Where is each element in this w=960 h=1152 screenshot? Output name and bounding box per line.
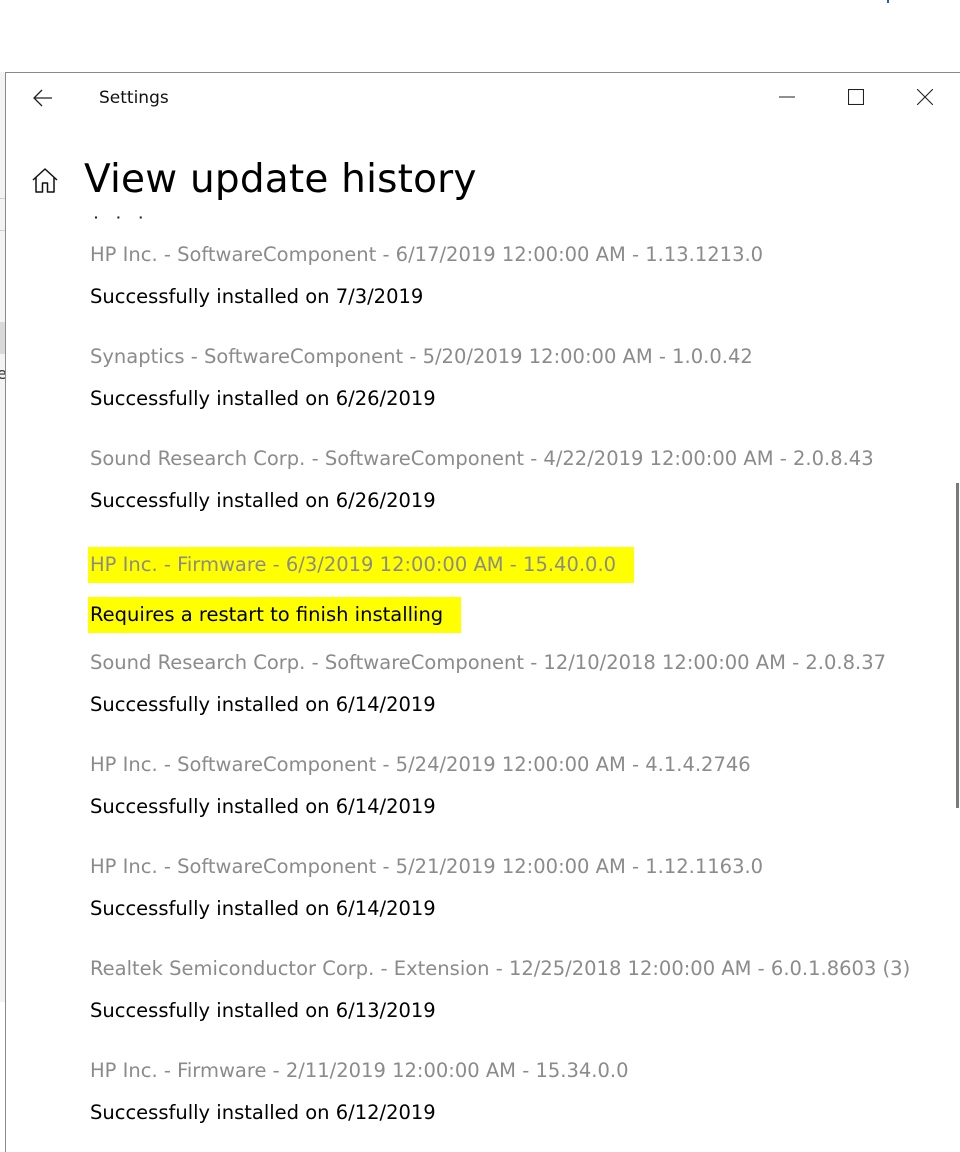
- maximize-button[interactable]: [821, 73, 890, 121]
- settings-window: Settings View update history ˙ ˙ ˙ HP In…: [5, 72, 960, 1152]
- window-title: Settings: [99, 88, 169, 108]
- close-icon: [916, 89, 933, 105]
- scrollbar-thumb[interactable]: [956, 483, 959, 808]
- update-item: HP Inc. - SoftwareComponent - 6/17/2019 …: [90, 241, 763, 311]
- update-title-link[interactable]: Sound Research Corp. - SoftwareComponent…: [90, 649, 886, 677]
- minimize-button[interactable]: [752, 73, 821, 121]
- maximize-icon: [847, 89, 864, 105]
- update-item: Synaptics - SoftwareComponent - 5/20/201…: [90, 343, 753, 413]
- update-status: Successfully installed on 7/3/2019: [90, 285, 424, 308]
- background-dot: [887, 0, 889, 3]
- update-item: HP Inc. - Firmware - 6/3/2019 12:00:00 A…: [88, 547, 635, 633]
- update-title-link[interactable]: HP Inc. - SoftwareComponent - 5/21/2019 …: [90, 853, 763, 881]
- update-item: HP Inc. - Firmware - 2/11/2019 12:00:00 …: [90, 1057, 628, 1127]
- minimize-icon: [778, 96, 795, 98]
- update-item: Sound Research Corp. - SoftwareComponent…: [90, 445, 874, 515]
- update-title-link[interactable]: HP Inc. - SoftwareComponent - 5/24/2019 …: [90, 751, 751, 779]
- update-item: HP Inc. - SoftwareComponent - 5/21/2019 …: [90, 853, 763, 923]
- update-status: Successfully installed on 6/13/2019: [90, 999, 436, 1022]
- update-history-list: ˙ ˙ ˙ HP Inc. - SoftwareComponent - 6/17…: [6, 216, 946, 1152]
- back-button[interactable]: [26, 83, 60, 113]
- home-icon[interactable]: [30, 165, 60, 195]
- update-title-link[interactable]: Synaptics - SoftwareComponent - 5/20/201…: [90, 343, 753, 371]
- update-title-link[interactable]: HP Inc. - Firmware - 6/3/2019 12:00:00 A…: [88, 547, 635, 583]
- update-status: Successfully installed on 6/26/2019: [90, 387, 436, 410]
- update-item: HP Inc. - SoftwareComponent - 5/24/2019 …: [90, 751, 751, 821]
- back-arrow-icon: [33, 89, 52, 107]
- close-button[interactable]: [890, 73, 959, 121]
- update-status: Successfully installed on 6/14/2019: [90, 897, 436, 920]
- update-item: Sound Research Corp. - SoftwareComponent…: [90, 649, 886, 719]
- update-item: Realtek Semiconductor Corp. - Extension …: [90, 955, 910, 1025]
- update-title-link[interactable]: HP Inc. - SoftwareComponent - 6/17/2019 …: [90, 241, 763, 269]
- update-status: Successfully installed on 6/26/2019: [90, 489, 436, 512]
- title-bar: Settings: [6, 73, 960, 123]
- update-status: Requires a restart to finish installing: [88, 597, 462, 633]
- clipped-text-fragment: ˙ ˙ ˙: [91, 216, 149, 237]
- page-title: View update history: [84, 157, 477, 202]
- update-title-link[interactable]: Realtek Semiconductor Corp. - Extension …: [90, 955, 910, 983]
- update-status: Successfully installed on 6/12/2019: [90, 1101, 436, 1124]
- update-title-link[interactable]: HP Inc. - Firmware - 2/11/2019 12:00:00 …: [90, 1057, 628, 1085]
- update-status: Successfully installed on 6/14/2019: [90, 693, 436, 716]
- update-status: Successfully installed on 6/14/2019: [90, 795, 436, 818]
- update-title-link[interactable]: Sound Research Corp. - SoftwareComponent…: [90, 445, 874, 473]
